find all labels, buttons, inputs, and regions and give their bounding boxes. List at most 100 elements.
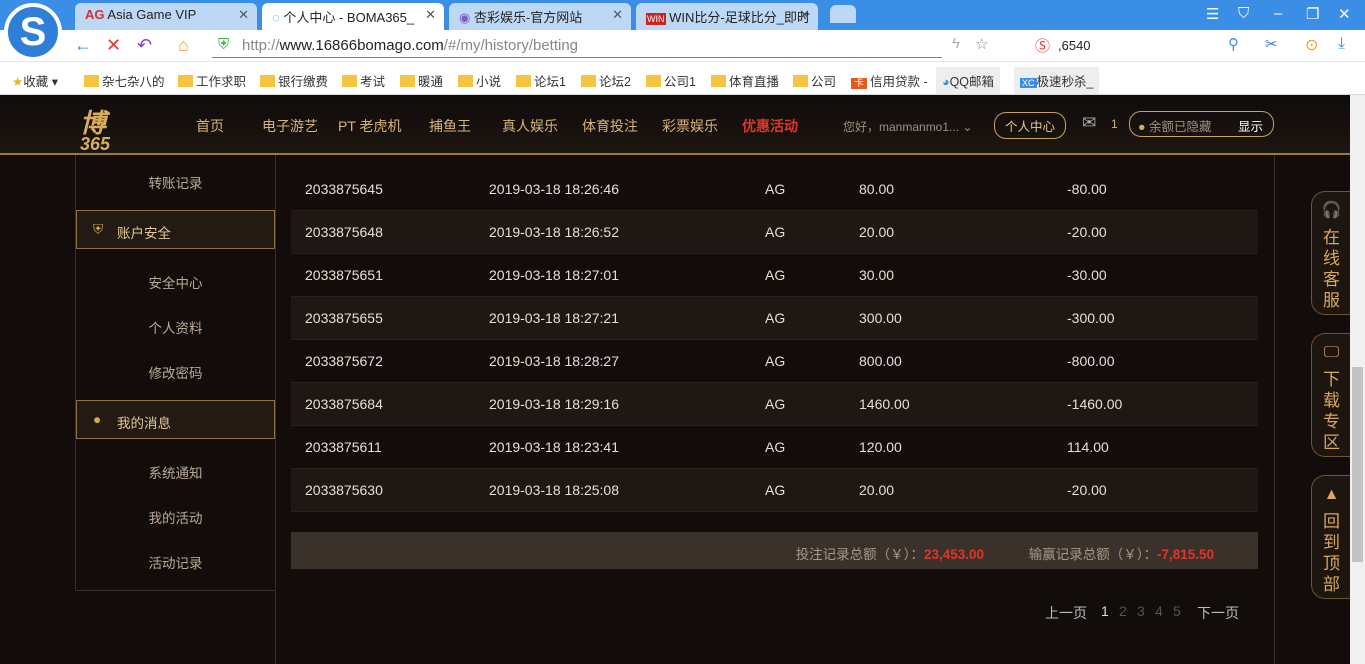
- sidebar-head-account-security[interactable]: ⛨ 账户安全: [76, 210, 275, 249]
- bookmark-link[interactable]: ◕QQ邮箱: [936, 67, 1001, 94]
- bet-total-value: 23,453.00: [923, 547, 984, 562]
- page-4[interactable]: 4: [1155, 603, 1163, 619]
- lightning-icon[interactable]: ϟ: [952, 35, 960, 52]
- folder-icon: [178, 75, 193, 87]
- folder-icon: [646, 75, 661, 87]
- sidebar-item-activity-records[interactable]: 活动记录: [76, 552, 275, 572]
- cell-bet: 20.00: [859, 482, 895, 498]
- undo-icon[interactable]: ↶: [137, 35, 152, 56]
- back-icon[interactable]: ←: [74, 35, 92, 56]
- nav-home[interactable]: 首页: [196, 116, 224, 136]
- star-icon[interactable]: ☆: [975, 35, 988, 53]
- nav-slots[interactable]: 电子游艺: [262, 116, 318, 136]
- bookmark-link[interactable]: XC 极速秒杀_: [1014, 67, 1100, 94]
- mail-icon[interactable]: ✉: [1082, 113, 1096, 133]
- download-zone-button[interactable]: 🖵 下载专区: [1311, 333, 1351, 457]
- page-1[interactable]: 1: [1101, 603, 1109, 619]
- skin-icon[interactable]: ⛉: [1238, 5, 1249, 22]
- scrollbar-thumb[interactable]: [1352, 367, 1363, 562]
- cell-result: -20.00: [1067, 482, 1107, 498]
- table-row: 2033875611 2019-03-18 18:23:41 AG 120.00 114…: [291, 426, 1258, 469]
- nav-lottery[interactable]: 彩票娱乐: [662, 116, 718, 136]
- browser-tab-bar: AG Asia Game VIP ✕ ◌ 个人中心 - BOMA365_ ✕ ◉ 杏…: [0, 0, 1365, 30]
- sidebar-item-system-notices[interactable]: 系统通知: [76, 462, 275, 482]
- folder-icon: [84, 75, 99, 87]
- next-page-button[interactable]: 下一页: [1197, 603, 1239, 623]
- sidebar-item-change-password[interactable]: 修改密码: [76, 362, 275, 382]
- tab-xingcai[interactable]: ◉ 杏彩娱乐-官方网站 ✕: [449, 3, 631, 30]
- table-row: 2033875672 2019-03-18 18:28:27 AG 800.00 -80…: [291, 340, 1258, 383]
- boma365-logo[interactable]: 博 365: [80, 103, 165, 154]
- tab-personal-center[interactable]: ◌ 个人中心 - BOMA365_ ✕: [262, 3, 444, 30]
- cell-platform: AG: [765, 439, 786, 455]
- cell-platform: AG: [765, 396, 786, 412]
- url-input[interactable]: ⛨ http://www.16866bomago.com/#/my/history…: [212, 34, 942, 58]
- float-label: 下载专区: [1323, 370, 1340, 452]
- bookmark-folder[interactable]: 公司1: [646, 71, 696, 90]
- sidebar-head-my-messages[interactable]: ● 我的消息: [76, 400, 275, 439]
- search-input[interactable]: ,6540: [1058, 38, 1091, 53]
- sidebar-item-security-center[interactable]: 安全中心: [76, 272, 275, 292]
- cell-time: 2019-03-18 18:23:41: [489, 439, 619, 455]
- sidebar-item-profile[interactable]: 个人资料: [76, 317, 275, 337]
- bookmark-folder[interactable]: 考试: [342, 71, 385, 90]
- cell-time: 2019-03-18 18:26:46: [489, 181, 619, 197]
- bookmark-folder[interactable]: 暖通: [400, 71, 443, 90]
- cell-id: 2033875684: [305, 396, 383, 412]
- cell-bet: 30.00: [859, 267, 895, 283]
- minimize-icon[interactable]: –: [1274, 5, 1282, 22]
- menu-icon[interactable]: ☰: [1206, 5, 1219, 23]
- float-label: 回到顶部: [1323, 512, 1340, 594]
- new-tab-button[interactable]: [830, 5, 856, 23]
- sidebar-item-transfer-records[interactable]: 转账记录: [76, 172, 275, 192]
- nav-sports[interactable]: 体育投注: [582, 116, 638, 136]
- bookmark-label: 银行缴费: [278, 75, 329, 89]
- user-menu[interactable]: 您好，manmanmo1... ⌄: [843, 118, 972, 135]
- back-to-top-button[interactable]: ▲ 回到顶部: [1311, 475, 1351, 599]
- bookmark-folder[interactable]: 体育直播: [711, 71, 779, 90]
- page-3[interactable]: 3: [1137, 603, 1145, 619]
- bookmark-label: 杂七杂八的: [102, 75, 165, 89]
- bookmark-favorites[interactable]: ★收藏 ▾: [12, 71, 58, 90]
- nav-live-casino[interactable]: 真人娱乐: [502, 116, 558, 136]
- bookmark-folder[interactable]: 论坛2: [581, 71, 631, 90]
- sidebar-item-my-activities[interactable]: 我的活动: [76, 507, 275, 527]
- close-icon[interactable]: ✕: [238, 7, 249, 23]
- bookmark-folder[interactable]: 工作求职: [178, 71, 246, 90]
- bookmark-folder[interactable]: 银行缴费: [260, 71, 328, 90]
- tab-win-score[interactable]: WIN WIN比分-足球比分_即时 ✕: [636, 3, 818, 30]
- bookmark-folder[interactable]: 论坛1: [516, 71, 566, 90]
- home-icon[interactable]: ⌂: [178, 35, 189, 56]
- bookmark-folder[interactable]: 公司: [793, 71, 836, 90]
- download-icon[interactable]: ⤓: [1338, 35, 1345, 53]
- restore-icon[interactable]: ❐: [1306, 5, 1319, 23]
- nav-fishing[interactable]: 捕鱼王: [429, 116, 471, 136]
- show-balance-button[interactable]: 显示: [1238, 116, 1263, 135]
- close-window-icon[interactable]: ✕: [1338, 5, 1351, 23]
- browser-logo: S: [4, 3, 62, 61]
- more-icon[interactable]: ⊙: [1305, 35, 1318, 55]
- stop-icon[interactable]: ✕: [106, 35, 121, 56]
- close-icon[interactable]: ✕: [799, 7, 810, 23]
- online-service-button[interactable]: 🎧 在线客服: [1311, 191, 1351, 315]
- nav-promotions[interactable]: 优惠活动: [742, 116, 798, 136]
- close-icon[interactable]: ✕: [612, 7, 623, 23]
- page-2[interactable]: 2: [1119, 603, 1127, 619]
- personal-center-button[interactable]: 个人中心: [994, 112, 1067, 139]
- cell-result: -20.00: [1067, 224, 1107, 240]
- scissors-icon[interactable]: ✂: [1265, 35, 1278, 53]
- bookmark-folder[interactable]: 杂七杂八的: [84, 71, 165, 90]
- divider: [275, 590, 276, 664]
- bookmark-folder[interactable]: 小说: [458, 71, 501, 90]
- devices-icon: 🖵: [1323, 344, 1340, 361]
- close-icon[interactable]: ✕: [425, 7, 436, 23]
- search-icon[interactable]: ⚲: [1228, 35, 1239, 53]
- tab-asia-game[interactable]: AG Asia Game VIP ✕: [75, 3, 257, 30]
- bookmark-label: 工作求职: [196, 75, 247, 89]
- headset-icon: 🎧: [1321, 202, 1342, 219]
- page-5[interactable]: 5: [1173, 603, 1181, 619]
- bookmark-link[interactable]: 卡信用贷款 -: [851, 71, 928, 90]
- cell-result: 114.00: [1067, 439, 1109, 455]
- prev-page-button[interactable]: 上一页: [1045, 603, 1087, 623]
- nav-pt-slots[interactable]: PT 老虎机: [338, 116, 402, 136]
